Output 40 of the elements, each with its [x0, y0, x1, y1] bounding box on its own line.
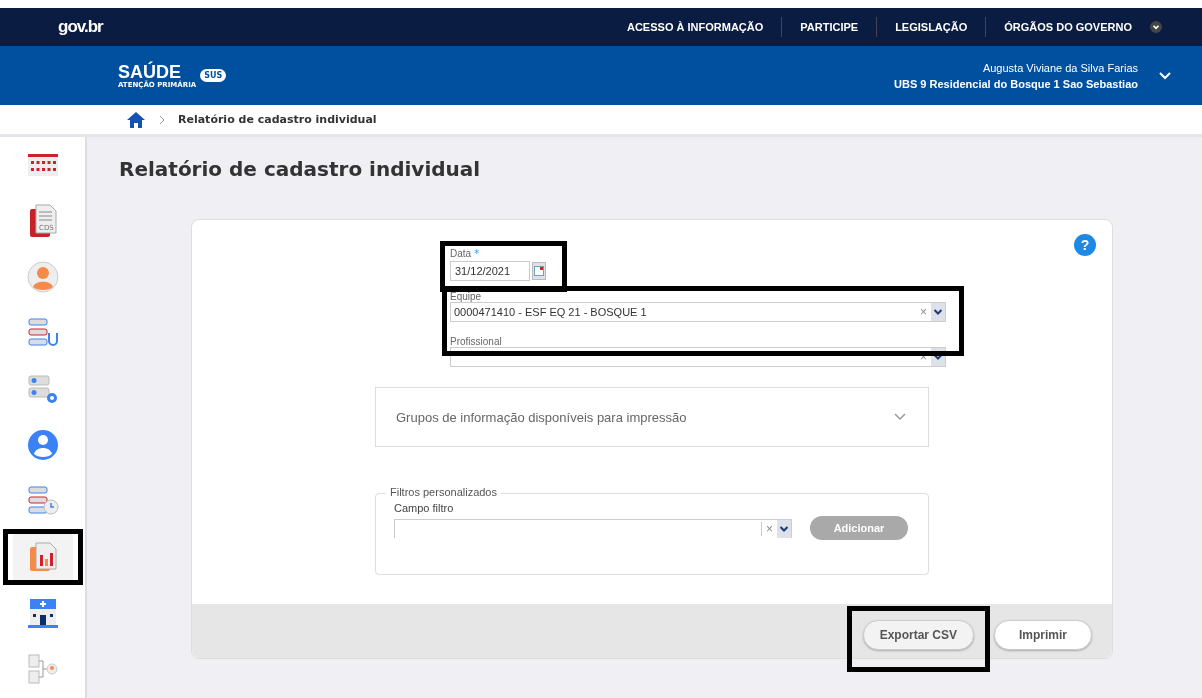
org-chart-icon — [26, 653, 59, 685]
chevron-down-icon[interactable] — [1158, 70, 1172, 81]
groups-panel[interactable]: Grupos de informação disponíveis para impressão — [375, 387, 929, 447]
field-label: Profissional — [450, 336, 503, 347]
clear-button[interactable]: × — [916, 305, 931, 319]
chevron-down-icon[interactable] — [1150, 21, 1162, 33]
footer-button[interactable]: Exportar CSV — [862, 620, 974, 650]
filter-select[interactable]: × — [394, 518, 792, 538]
calendar-button[interactable] — [532, 262, 546, 280]
page-title: Relatório de cadastro individual — [119, 157, 482, 181]
list-clock-icon — [26, 485, 59, 517]
field-label: Campo filtro — [394, 502, 455, 514]
gov-link[interactable]: LEGISLAÇÃO — [877, 21, 986, 33]
bar-chart-document-icon — [27, 541, 58, 573]
logo-title: SAÚDE — [118, 62, 181, 81]
gov-link[interactable]: ACESSO À INFORMAÇÃO — [609, 21, 782, 33]
person-icon — [26, 261, 59, 293]
calendar-icon — [26, 153, 59, 177]
stethoscope-list-icon — [26, 317, 59, 349]
gov-link[interactable]: PARTICIPE — [782, 21, 877, 33]
user-name: Augusta Viviane da Silva Farias — [982, 61, 1138, 74]
field-label: Data — [450, 248, 472, 259]
fieldset-legend: Filtros personalizados — [386, 486, 501, 498]
footer-button[interactable]: Imprimir — [994, 620, 1092, 650]
doctor-icon — [26, 429, 59, 461]
chevron-right-icon — [158, 114, 166, 125]
list-settings-icon — [26, 373, 59, 405]
gov-logo[interactable]: gov.br — [58, 17, 103, 37]
help-button[interactable]: ? — [1074, 234, 1096, 256]
field-label: Equipe — [450, 291, 483, 302]
chevron-down-icon — [894, 413, 906, 421]
home-icon[interactable] — [126, 110, 146, 129]
date-field[interactable]: 31/12/2021 — [450, 261, 530, 281]
gov-link[interactable]: ÓRGÃOS DO GOVERNO — [986, 21, 1150, 33]
team-select[interactable]: 0000471410 - ESF EQ 21 - BOSQUE 1 × — [450, 302, 946, 322]
required-mark: * — [474, 248, 480, 259]
breadcrumb-current: Relatório de cadastro individual — [178, 113, 377, 126]
hospital-icon — [26, 597, 59, 629]
logo-badge: SUS — [200, 69, 227, 82]
unit-name: UBS 9 Residencial do Bosque 1 Sao Sebastiao — [894, 77, 1138, 90]
